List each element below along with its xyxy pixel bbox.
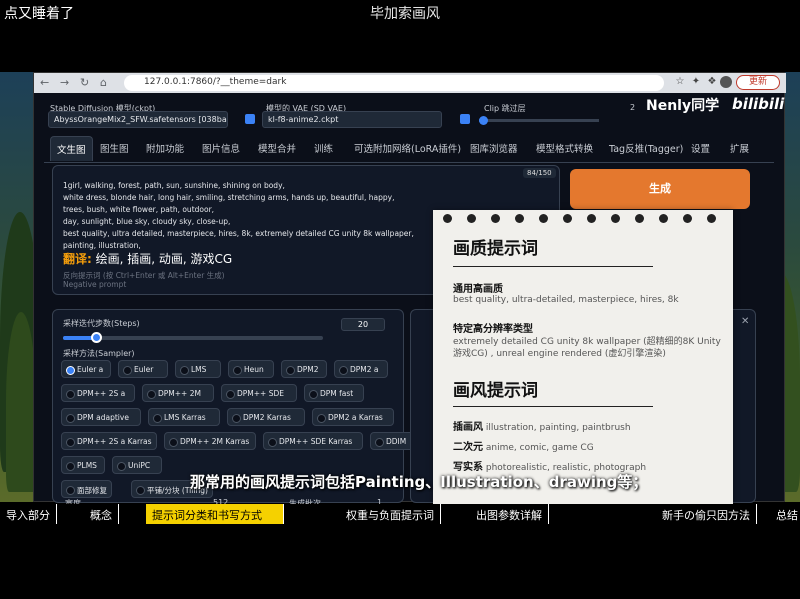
face-restore-checkbox[interactable]: 面部修复 — [61, 480, 112, 498]
clip-value[interactable]: 2 — [630, 103, 635, 112]
tab-extras[interactable]: 附加功能 — [146, 141, 184, 155]
sampler-option[interactable]: DPM++ SDE Karras — [263, 432, 363, 450]
browser-toolbar: ← → ↻ ⌂ 127.0.0.1:7860/?__theme=dark ☆ ✦… — [34, 73, 786, 93]
tab-img2img[interactable]: 图生图 — [100, 141, 129, 155]
vae-select[interactable]: kl-f8-anime2.ckpt — [262, 111, 442, 128]
translation-text: 绘画, 插画, 动画, 游戏CG — [95, 252, 233, 266]
sampler-option[interactable]: DPM++ SDE — [221, 384, 297, 402]
tab-merge[interactable]: 模型合并 — [258, 141, 296, 155]
extension-icon[interactable]: ✦ — [690, 76, 702, 88]
section-high-res-text: extremely detailed CG unity 8k wallpaper… — [453, 337, 721, 359]
divider — [453, 406, 653, 407]
clip-label: Clip 跳过层 — [484, 104, 526, 113]
tab-tagger[interactable]: Tag反推(Tagger) — [609, 141, 683, 155]
star-icon[interactable]: ☆ — [674, 76, 686, 88]
sampler-option[interactable]: Heun — [228, 360, 274, 378]
close-icon[interactable]: ✕ — [741, 316, 749, 327]
sampler-label: 采样方法(Sampler) — [63, 349, 135, 358]
sampler-option[interactable]: Euler — [118, 360, 168, 378]
sampler-option[interactable]: DPM2 a — [334, 360, 388, 378]
style-illustration: 插画风 illustration, painting, paintbrush — [453, 422, 723, 434]
chapter-item[interactable]: 提示词分类和书写方式 — [146, 504, 284, 524]
style-value: anime, comic, game CG — [485, 443, 594, 453]
steps-slider[interactable] — [63, 332, 323, 343]
refresh-vae-icon[interactable] — [460, 114, 470, 124]
home-icon[interactable]: ⌂ — [100, 76, 107, 89]
prompt-line: 1girl, walking, forest, path, sun, sunsh… — [63, 181, 285, 190]
section-high-res: 特定高分辨率类型 — [453, 324, 533, 335]
back-icon[interactable]: ← — [40, 76, 49, 89]
avatar[interactable] — [720, 76, 732, 88]
bilibili-logo: bilibili — [732, 95, 785, 113]
forward-icon[interactable]: → — [60, 76, 69, 89]
video-title: 毕加索画风 — [370, 6, 440, 22]
style-anime: 二次元 anime, comic, game CG — [453, 442, 723, 454]
slider-thumb[interactable] — [91, 332, 102, 343]
uploader-name: Nenly同学 — [646, 98, 720, 114]
chapter-item[interactable]: 概念 — [84, 504, 119, 524]
sampler-option[interactable]: LMS Karras — [148, 408, 220, 426]
update-button[interactable]: 更新 — [736, 75, 780, 90]
notebook-heading-quality: 画质提示词 — [453, 239, 538, 259]
sampler-option[interactable]: LMS — [175, 360, 221, 378]
clip-slider[interactable] — [479, 116, 599, 125]
chapter-item[interactable]: 出图参数详解 — [470, 504, 549, 524]
translation-key: 翻译: — [63, 252, 92, 266]
tab-convert[interactable]: 模型格式转换 — [536, 141, 593, 155]
sampler-option[interactable]: DPM2 Karras — [227, 408, 305, 426]
sampler-option[interactable]: DDIM — [370, 432, 414, 450]
tab-settings[interactable]: 设置 — [691, 141, 710, 155]
token-counter: 84/150 — [523, 168, 556, 178]
model-select[interactable]: AbyssOrangeMix2_SFW.safetensors [038ba20… — [48, 111, 228, 128]
chapter-item[interactable]: 权重与负面提示词 — [340, 504, 441, 524]
style-key: 二次元 — [453, 442, 483, 453]
sampler-option[interactable]: DPM++ 2M — [142, 384, 214, 402]
sampler-option[interactable]: DPM++ 2M Karras — [164, 432, 256, 450]
sampler-option[interactable]: DPM fast — [304, 384, 364, 402]
steps-input[interactable]: 20 — [341, 318, 385, 331]
prompt-line: white dress, blonde hair, long hair, smi… — [63, 193, 395, 202]
sampler-option[interactable]: DPM++ 2S a Karras — [61, 432, 157, 450]
tab-extensions[interactable]: 扩展 — [730, 141, 749, 155]
sampler-option[interactable]: DPM++ 2S a — [61, 384, 135, 402]
chapter-item[interactable]: 总结 — [770, 504, 800, 524]
style-key: 插画风 — [453, 422, 483, 433]
sampler-option[interactable]: UniPC — [112, 456, 162, 474]
translation-overlay: 翻译: 绘画, 插画, 动画, 游戏CG — [63, 250, 232, 267]
sampler-option[interactable]: DPM adaptive — [61, 408, 141, 426]
style-value: illustration, painting, paintbrush — [485, 423, 631, 433]
puzzle-icon[interactable]: ❖ — [706, 76, 718, 88]
refresh-icon[interactable] — [245, 114, 255, 124]
chapter-item[interactable]: 新手の偷只因方法 — [656, 504, 757, 524]
steps-label: 采样迭代步数(Steps) — [63, 319, 140, 328]
reload-icon[interactable]: ↻ — [80, 76, 89, 89]
tab-gallery[interactable]: 图库浏览器 — [470, 141, 518, 155]
address-bar[interactable]: 127.0.0.1:7860/?__theme=dark — [124, 75, 664, 91]
chapter-bar: 导入部分 概念 提示词分类和书写方式 权重与负面提示词 出图参数详解 新手の偷只因方法 总结 — [0, 504, 800, 524]
notebook-overlay: 画质提示词 通用高画质 best quality, ultra-detailed… — [433, 210, 733, 510]
sampler-option[interactable]: DPM2 — [281, 360, 327, 378]
tab-txt2img[interactable]: 文生图 — [50, 136, 93, 161]
section-general-quality: 通用高画质 — [453, 284, 503, 295]
tab-png-info[interactable]: 图片信息 — [202, 141, 240, 155]
tab-train[interactable]: 训练 — [314, 141, 333, 155]
generate-button[interactable]: 生成 — [570, 169, 750, 209]
chapter-item[interactable]: 导入部分 — [0, 504, 57, 524]
negative-prompt-input[interactable]: Negative prompt — [63, 280, 126, 289]
video-subtitle: 那常用的画风提示词包括Painting、Illustration、drawing… — [190, 473, 648, 491]
sampler-option[interactable]: PLMS — [61, 456, 105, 474]
tab-lora[interactable]: 可选附加网络(LoRA插件) — [354, 141, 461, 155]
section-general-text: best quality, ultra-detailed, masterpiec… — [453, 295, 679, 305]
sampler-option[interactable]: DPM2 a Karras — [312, 408, 394, 426]
sampler-option[interactable]: Euler a — [61, 360, 111, 378]
tab-bar: 文生图 图生图 附加功能 图片信息 模型合并 训练 可选附加网络(LoRA插件)… — [44, 133, 774, 163]
notebook-heading-style: 画风提示词 — [453, 381, 538, 401]
divider — [453, 266, 653, 267]
corner-title: 点又睡着了 — [4, 6, 74, 22]
